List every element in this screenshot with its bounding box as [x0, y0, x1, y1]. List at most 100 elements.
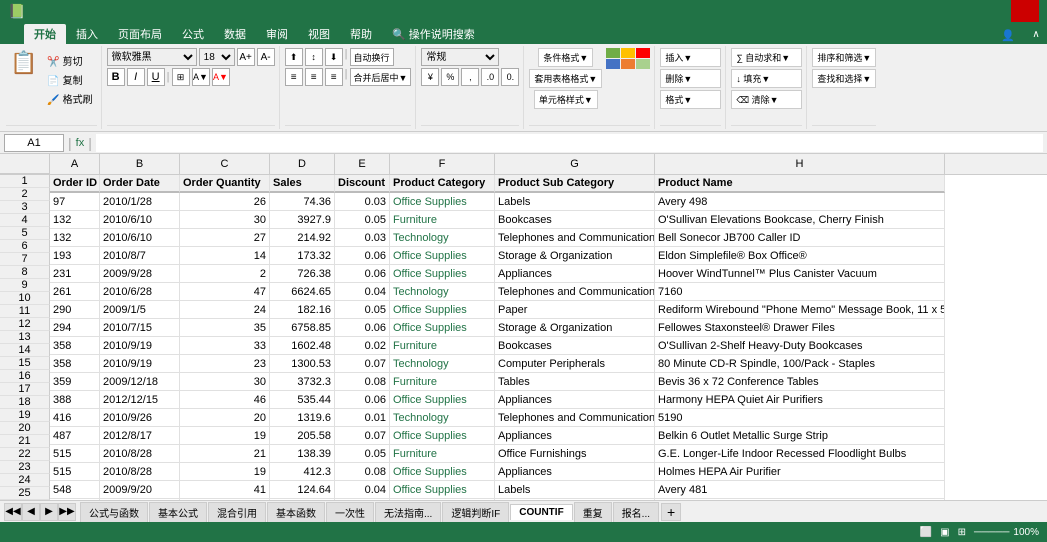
table-cell[interactable]: Office Furnishings [495, 445, 655, 463]
underline-btn[interactable]: U [147, 68, 165, 86]
cell-style-btn[interactable]: 单元格样式▼ [534, 90, 598, 109]
sheet-tab-add[interactable]: + [661, 503, 681, 521]
sheet-tab-mixed[interactable]: 混合引用 [208, 502, 266, 522]
table-cell[interactable]: 2010/8/7 [100, 247, 180, 265]
row-header-21[interactable]: 21 [0, 435, 50, 448]
close-btn[interactable] [1011, 0, 1039, 22]
table-cell[interactable]: 47 [180, 283, 270, 301]
table-format-btn[interactable]: 套用表格格式▼ [529, 69, 602, 88]
row-header-25[interactable]: 25 [0, 487, 50, 500]
table-cell[interactable]: 26 [180, 193, 270, 211]
border-btn[interactable]: ⊞ [172, 68, 190, 86]
row-header-8[interactable]: 8 [0, 266, 50, 279]
delete-cells-btn[interactable]: 删除▼ [660, 69, 721, 88]
font-size-select[interactable]: 18 [199, 48, 235, 66]
table-cell[interactable]: Paper [495, 301, 655, 319]
table-cell[interactable]: 33 [180, 337, 270, 355]
table-cell[interactable]: 2010/6/10 [100, 211, 180, 229]
table-cell[interactable]: 359 [50, 373, 100, 391]
table-cell[interactable]: 515 [50, 445, 100, 463]
function-btn[interactable]: fx [76, 137, 85, 149]
row-header-22[interactable]: 22 [0, 448, 50, 461]
wrap-text-btn[interactable]: 自动换行 [350, 48, 394, 66]
table-cell[interactable]: 412.3 [270, 463, 335, 481]
col-header-e[interactable]: E [335, 154, 390, 174]
font-color-btn[interactable]: A▼ [212, 68, 230, 86]
table-cell[interactable]: 0.06 [335, 319, 390, 337]
zoom-slider[interactable]: ───── 100% [974, 527, 1039, 538]
table-cell[interactable]: 358 [50, 337, 100, 355]
table-cell[interactable]: 124.64 [270, 481, 335, 499]
table-cell[interactable]: 2012/12/15 [100, 391, 180, 409]
table-cell[interactable]: Technology [390, 355, 495, 373]
table-cell[interactable]: Technology [390, 229, 495, 247]
table-cell[interactable]: Furniture [390, 211, 495, 229]
table-cell[interactable]: 0.04 [335, 481, 390, 499]
ribbon-minimize-btn[interactable]: ∧ [1025, 24, 1047, 44]
tab-nav-right[interactable]: ▶▶ [58, 503, 76, 521]
table-cell[interactable]: Storage & Organization [495, 319, 655, 337]
row-header-7[interactable]: 7 [0, 253, 50, 266]
tab-help[interactable]: 帮助 [340, 24, 382, 44]
row-header-20[interactable]: 20 [0, 422, 50, 435]
table-cell[interactable]: 261 [50, 283, 100, 301]
table-cell[interactable]: Labels [495, 193, 655, 211]
table-cell[interactable]: 41 [180, 481, 270, 499]
table-cell[interactable]: 487 [50, 427, 100, 445]
table-cell[interactable]: 726.38 [270, 265, 335, 283]
table-cell[interactable]: 1602.48 [270, 337, 335, 355]
tab-home[interactable]: 开始 [24, 24, 66, 44]
table-cell[interactable]: 30 [180, 211, 270, 229]
table-cell[interactable]: Telephones and Communication [495, 229, 655, 247]
tab-nav-left[interactable]: ◀◀ [4, 503, 22, 521]
table-cell[interactable]: Furniture [390, 373, 495, 391]
table-cell[interactable]: 294 [50, 319, 100, 337]
table-cell[interactable]: 358 [50, 355, 100, 373]
table-cell[interactable]: 19 [180, 427, 270, 445]
table-cell[interactable]: Holmes HEPA Air Purifier [655, 463, 945, 481]
table-cell[interactable]: 2010/8/28 [100, 445, 180, 463]
table-cell[interactable]: 0.06 [335, 247, 390, 265]
row-header-6[interactable]: 6 [0, 240, 50, 253]
currency-btn[interactable]: ¥ [421, 68, 439, 86]
row-header-3[interactable]: 3 [0, 201, 50, 214]
pagebreak-view-btn[interactable]: ⊞ [958, 527, 966, 538]
align-center-btn[interactable]: ≡ [305, 68, 323, 86]
table-cell[interactable]: 416 [50, 409, 100, 427]
table-cell[interactable]: 2010/9/26 [100, 409, 180, 427]
find-select-btn[interactable]: 查找和选择▼ [812, 69, 876, 88]
header-cell[interactable]: Order Date [100, 175, 180, 193]
user-icon[interactable]: 👤 [991, 27, 1025, 44]
table-cell[interactable]: 2010/1/28 [100, 193, 180, 211]
table-cell[interactable]: Bevis 36 x 72 Conference Tables [655, 373, 945, 391]
table-cell[interactable]: Belkin 6 Outlet Metallic Surge Strip [655, 427, 945, 445]
insert-cells-btn[interactable]: 插入▼ [660, 48, 721, 67]
table-cell[interactable]: 1300.53 [270, 355, 335, 373]
table-cell[interactable]: Hoover WindTunnel™ Plus Canister Vacuum [655, 265, 945, 283]
format-cells-btn[interactable]: 格式▼ [660, 90, 721, 109]
sheet-tab-if[interactable]: 逻辑判断IF [442, 502, 509, 522]
table-cell[interactable]: Office Supplies [390, 391, 495, 409]
table-cell[interactable]: 80 Minute CD-R Spindle, 100/Pack - Stapl… [655, 355, 945, 373]
table-cell[interactable]: 6624.65 [270, 283, 335, 301]
table-cell[interactable]: 27 [180, 229, 270, 247]
table-cell[interactable]: 535.44 [270, 391, 335, 409]
col-header-d[interactable]: D [270, 154, 335, 174]
row-header-23[interactable]: 23 [0, 461, 50, 474]
table-cell[interactable]: 173.32 [270, 247, 335, 265]
row-header-13[interactable]: 13 [0, 331, 50, 344]
table-cell[interactable]: Appliances [495, 391, 655, 409]
row-header-19[interactable]: 19 [0, 409, 50, 422]
table-cell[interactable]: 0.03 [335, 193, 390, 211]
row-header-16[interactable]: 16 [0, 370, 50, 383]
font-increase-btn[interactable]: A+ [237, 48, 255, 66]
tab-nav-next[interactable]: ▶ [40, 503, 58, 521]
sheet-tab-functions[interactable]: 基本函数 [267, 502, 325, 522]
row-header-9[interactable]: 9 [0, 279, 50, 292]
table-cell[interactable]: Office Supplies [390, 247, 495, 265]
table-cell[interactable]: 231 [50, 265, 100, 283]
table-cell[interactable]: 74.36 [270, 193, 335, 211]
sheet-tab-basic[interactable]: 基本公式 [149, 502, 207, 522]
table-cell[interactable]: 46 [180, 391, 270, 409]
cut-btn[interactable]: ✂️ 剪切 [43, 52, 96, 69]
